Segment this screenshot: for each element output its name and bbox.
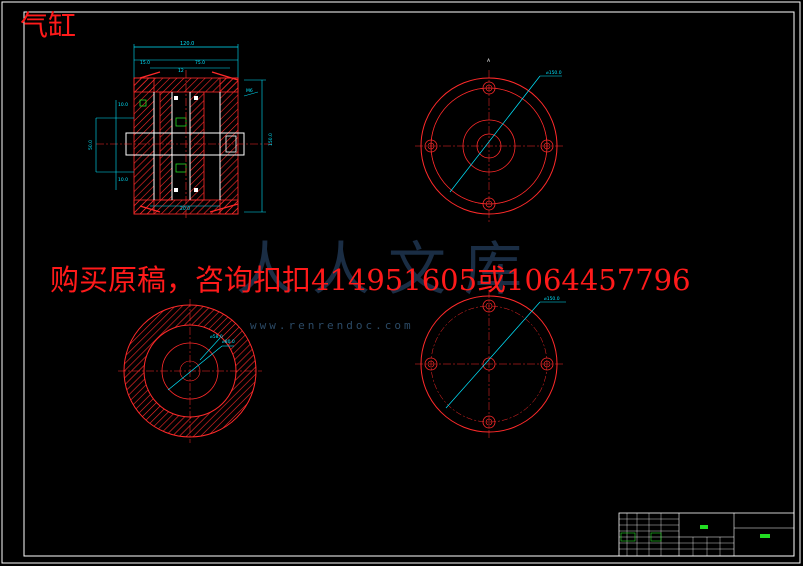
svg-text:20.0: 20.0 (180, 206, 190, 212)
end-cover-view: ⌀150.0 A (415, 58, 563, 222)
svg-text:⌀80.0: ⌀80.0 (222, 339, 235, 345)
svg-text:120.0: 120.0 (180, 41, 194, 47)
svg-text:⌀58.0: ⌀58.0 (210, 334, 223, 340)
piston-cover-view: ⌀150.0 (415, 290, 566, 438)
svg-text:15.0: 15.0 (140, 60, 150, 66)
svg-text:M6: M6 (246, 88, 253, 94)
watermark-contact-text: 购买原稿，咨询扣扣414951605或1064457796 (50, 263, 691, 297)
svg-text:10.0: 10.0 (118, 102, 128, 108)
svg-text:10.0: 10.0 (118, 177, 128, 183)
watermark-url: www.renrendoc.com (250, 319, 414, 332)
section-view: 120.0 15.0 75.0 12 50.0 10.0 10.0 150.0 … (88, 41, 274, 220)
title-block (618, 512, 795, 557)
svg-text:50.0: 50.0 (88, 140, 94, 150)
svg-text:12: 12 (178, 68, 184, 74)
svg-text:75.0: 75.0 (195, 60, 205, 66)
cylinder-ring-view: ⌀80.0 ⌀58.0 (118, 299, 262, 443)
svg-text:⌀150.0: ⌀150.0 (546, 70, 562, 76)
svg-text:A: A (487, 58, 491, 64)
drawing-title: 气缸 (20, 9, 77, 42)
svg-text:150.0: 150.0 (268, 133, 274, 146)
